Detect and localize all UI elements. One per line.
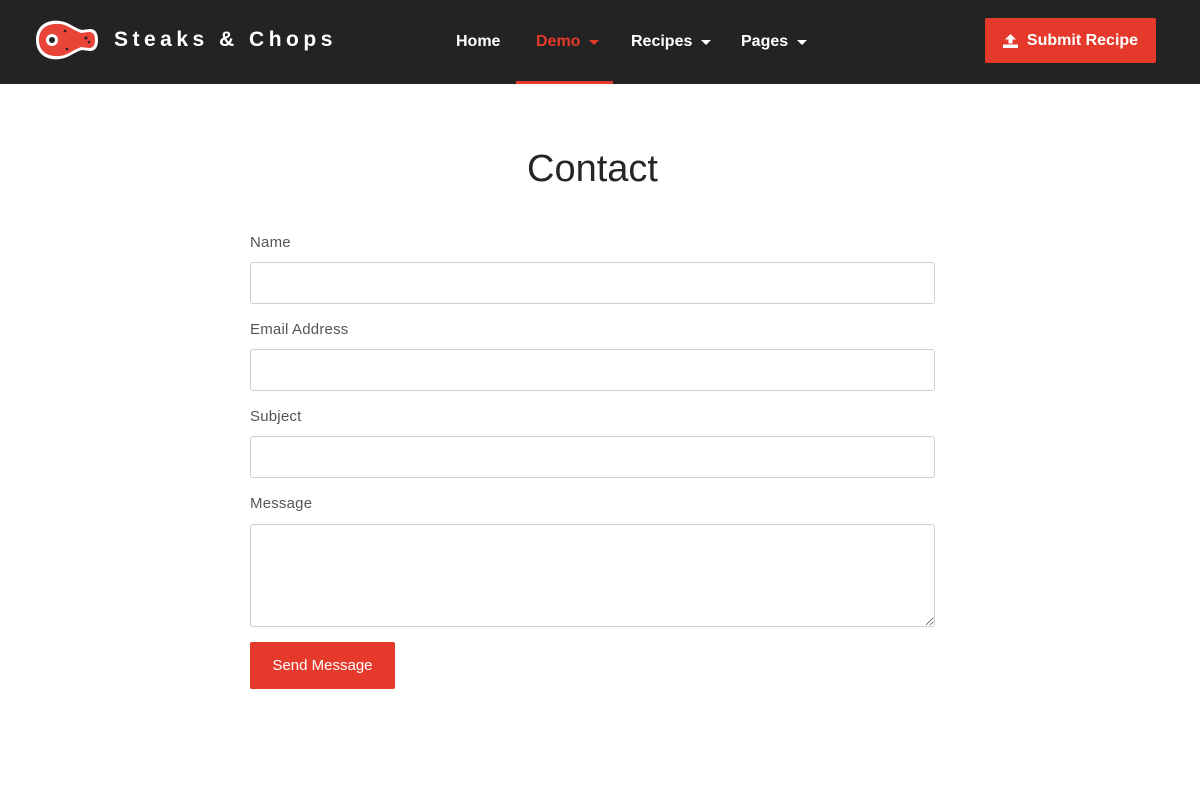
submit-recipe-label: Submit Recipe [1026, 31, 1139, 49]
nav-item-label: Pages [741, 33, 789, 50]
steak-icon [36, 20, 98, 60]
message-field[interactable] [250, 524, 935, 627]
submit-recipe-button[interactable]: Submit Recipe [985, 18, 1156, 63]
subject-field[interactable] [250, 436, 935, 478]
caret-down-icon [701, 40, 712, 45]
nav-item-label: Home [456, 33, 501, 50]
nav-item-demo[interactable]: Demo [536, 0, 600, 84]
email-label: Email Address [250, 321, 349, 338]
send-message-button[interactable]: Send Message [250, 642, 395, 689]
name-field[interactable] [250, 262, 935, 304]
brand-link[interactable]: Steaks & Chops [32, 17, 337, 63]
nav-item-home[interactable]: Home [456, 0, 500, 84]
page-title: Contact [527, 148, 658, 190]
email-field[interactable] [250, 349, 935, 391]
brand-name: Steaks & Chops [114, 28, 337, 51]
active-nav-indicator [516, 81, 613, 84]
nav-item-label: Recipes [631, 33, 693, 50]
subject-label: Subject [250, 408, 302, 425]
top-navbar: Steaks & Chops Home Demo Recipes Pages S… [0, 0, 1200, 84]
nav-item-pages[interactable]: Pages [741, 0, 808, 84]
caret-down-icon [589, 40, 600, 45]
nav-item-label: Demo [536, 33, 581, 50]
name-label: Name [250, 234, 291, 251]
message-label: Message [250, 495, 313, 512]
caret-down-icon [797, 40, 808, 45]
upload-icon [1002, 33, 1018, 48]
nav-item-recipes[interactable]: Recipes [631, 0, 712, 84]
